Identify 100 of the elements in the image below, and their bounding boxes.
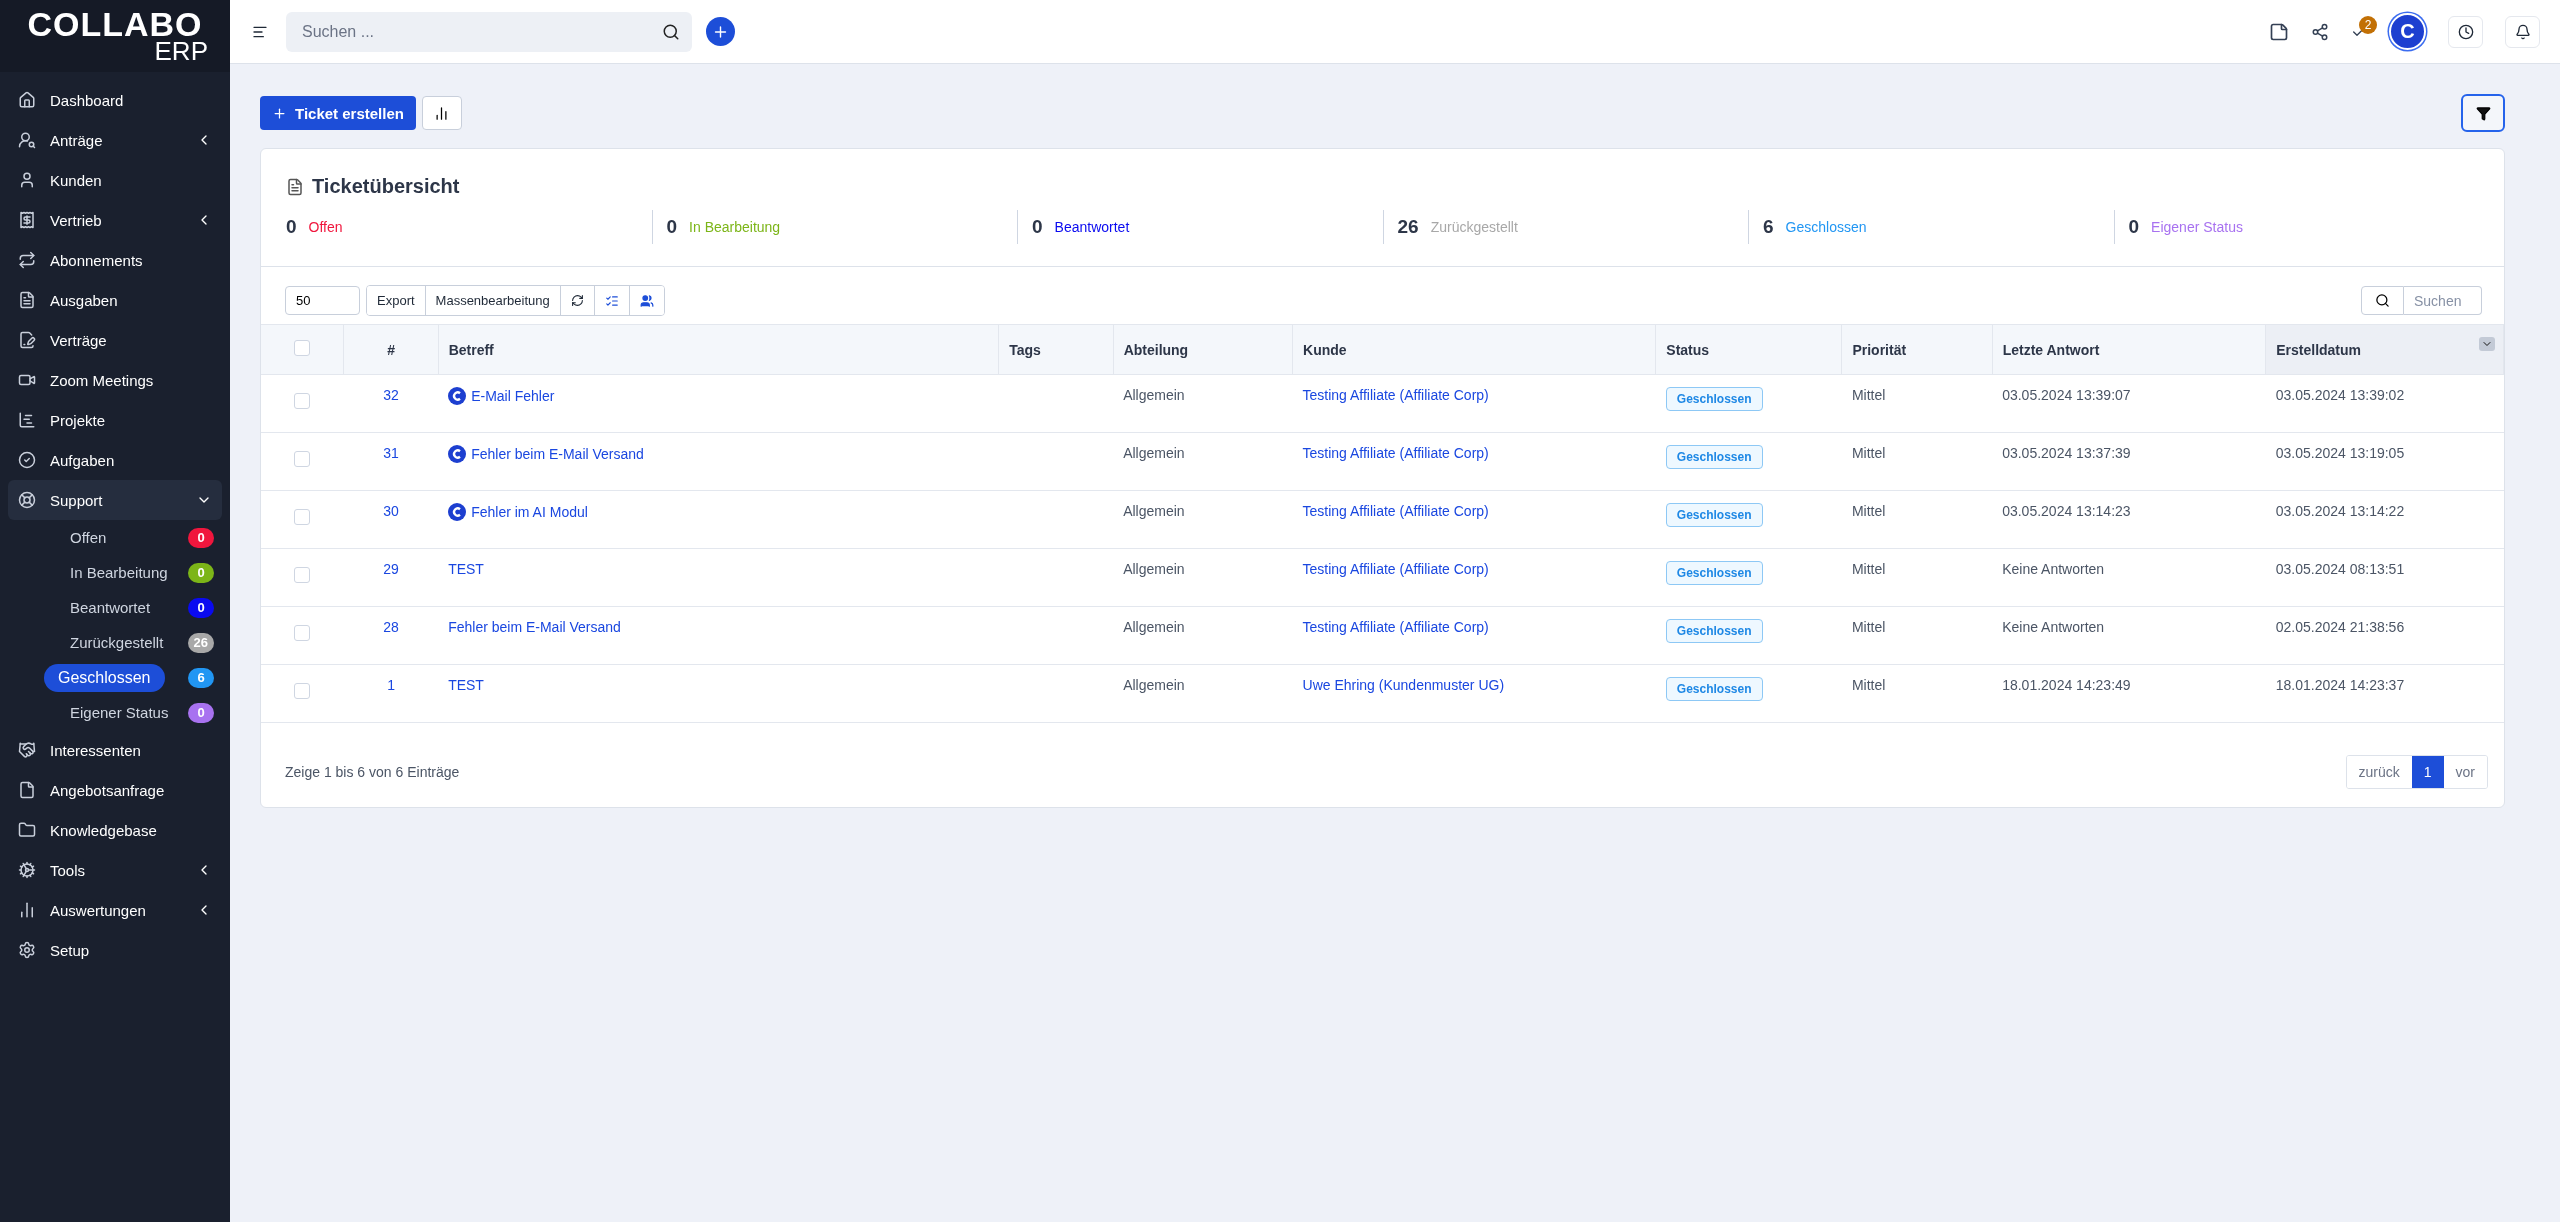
sidebar-subitem[interactable]: Zurückgestellt	[56, 629, 178, 656]
page-size-field[interactable]: 50	[285, 286, 360, 315]
filter-button[interactable]	[2461, 94, 2505, 132]
checkbox[interactable]	[294, 567, 311, 583]
ticket-number[interactable]: 30	[383, 503, 399, 519]
sidebar-subitem[interactable]: Beantwortet	[56, 594, 165, 621]
ticket-subject[interactable]: Fehler im AI Modul	[448, 503, 588, 521]
bell-button[interactable]	[2505, 15, 2540, 48]
count-badge: 0	[188, 562, 214, 583]
user-icon	[18, 171, 36, 189]
notes-icon[interactable]	[2269, 21, 2289, 42]
sidebar-subitem[interactable]: Eigener Status	[56, 699, 183, 726]
checkbox[interactable]	[294, 451, 311, 467]
status-badge: Geschlossen	[1665, 387, 1763, 411]
chart-button[interactable]	[421, 96, 462, 130]
sidebar-item[interactable]: Vertrieb	[8, 200, 222, 240]
checkbox[interactable]	[294, 509, 311, 525]
user-avatar[interactable]: C	[2389, 13, 2426, 50]
ticket-subject[interactable]: TEST	[448, 677, 484, 693]
column-header[interactable]: #	[387, 341, 395, 358]
column-header[interactable]: Erstelldatum	[2276, 341, 2362, 358]
sidebar-item[interactable]: Dashboard	[8, 80, 222, 120]
table-cell: Allgemein	[1123, 503, 1185, 519]
sidebar-item[interactable]: Zoom Meetings	[8, 360, 222, 400]
home-icon	[18, 91, 36, 109]
clock-button[interactable]	[2448, 15, 2483, 48]
ticket-number[interactable]: 31	[383, 445, 399, 461]
column-header[interactable]: Kunde	[1303, 341, 1347, 358]
sidebar-item[interactable]: Ausgaben	[8, 280, 222, 320]
sidebar-item[interactable]: Tools	[8, 850, 222, 890]
stat-count: 6	[1763, 216, 1774, 238]
checkbox[interactable]	[294, 340, 311, 356]
ticket-number[interactable]: 1	[387, 677, 395, 693]
ticket-subject[interactable]: Fehler beim E-Mail Versand	[448, 619, 621, 635]
count-badge: 0	[188, 527, 214, 548]
checkbox[interactable]	[294, 683, 311, 699]
add-button[interactable]	[706, 17, 735, 46]
search-button[interactable]	[2361, 286, 2404, 315]
sidebar-item[interactable]: Support	[8, 480, 222, 520]
sidebar-item[interactable]: Interessenten	[8, 730, 222, 770]
customer-link[interactable]: Testing Affiliate (Affiliate Corp)	[1302, 561, 1489, 577]
ticket-number[interactable]: 32	[383, 387, 399, 403]
stat-label: Geschlossen	[1785, 219, 1867, 235]
stat-label: Eigener Status	[2151, 219, 2243, 235]
gears-icon	[18, 861, 36, 879]
ticket-number[interactable]: 28	[383, 619, 399, 635]
document-icon	[286, 177, 304, 196]
customer-link[interactable]: Testing Affiliate (Affiliate Corp)	[1302, 387, 1489, 403]
card-title: Ticketübersicht	[312, 175, 460, 198]
contract-icon	[18, 331, 36, 349]
ticket-subject[interactable]: TEST	[448, 561, 484, 577]
status-badge: Geschlossen	[1665, 677, 1763, 701]
search-field[interactable]: Suchen ...	[286, 11, 692, 52]
sidebar-item[interactable]: Abonnements	[8, 240, 222, 280]
sidebar-item[interactable]: Anträge	[8, 120, 222, 160]
pagination-button[interactable]: 1	[2411, 756, 2444, 788]
dropdown-icon[interactable]	[2479, 337, 2495, 351]
table-cell: Allgemein	[1123, 619, 1185, 635]
table-cell: 03.05.2024 13:14:22	[2275, 503, 2405, 519]
sidebar-subitem[interactable]: In Bearbeitung	[56, 559, 182, 586]
sidebar-item[interactable]: Angebotsanfrage	[8, 770, 222, 810]
customer-link[interactable]: Testing Affiliate (Affiliate Corp)	[1302, 619, 1489, 635]
column-header[interactable]: Betreff	[448, 341, 494, 358]
ticket-subject[interactable]: Fehler beim E-Mail Versand	[448, 445, 644, 463]
column-header[interactable]: Letzte Antwort	[2002, 341, 2100, 358]
bell-icon	[2514, 23, 2531, 40]
bar-chart-icon	[18, 901, 36, 919]
column-header[interactable]: Abteilung	[1123, 341, 1189, 358]
create-ticket-button[interactable]: Ticket erstellen	[260, 96, 416, 130]
customer-link[interactable]: Testing Affiliate (Affiliate Corp)	[1302, 503, 1489, 519]
table-cell: 18.01.2024 14:23:37	[2275, 677, 2405, 693]
document-icon	[18, 291, 36, 309]
customer-link[interactable]: Uwe Ehring (Kundenmuster UG)	[1302, 677, 1505, 693]
customer-link[interactable]: Testing Affiliate (Affiliate Corp)	[1302, 445, 1489, 461]
logo[interactable]: COLLABO ERP	[0, 0, 230, 72]
column-header[interactable]: Status	[1666, 341, 1710, 358]
sidebar-item[interactable]: Verträge	[8, 320, 222, 360]
ticket-subject[interactable]: E-Mail Fehler	[448, 387, 555, 405]
settings-icon	[18, 941, 36, 959]
share-icon[interactable]	[2311, 22, 2329, 41]
sidebar-item[interactable]: Knowledgebase	[8, 810, 222, 850]
column-header[interactable]: Priorität	[1852, 341, 1907, 358]
sidebar-item[interactable]: Setup	[8, 930, 222, 970]
sidebar-item[interactable]: Kunden	[8, 160, 222, 200]
ticket-number[interactable]: 29	[383, 561, 399, 577]
table-cell: Mittel	[1851, 677, 1886, 693]
sidebar-subitem[interactable]: Geschlossen	[44, 663, 165, 692]
table-cell: 03.05.2024 13:14:23	[2002, 503, 2131, 519]
column-header[interactable]: Tags	[1009, 341, 1041, 358]
count-badge: 26	[187, 632, 214, 653]
table-search-field[interactable]: Suchen	[2404, 286, 2482, 315]
sidebar-item[interactable]: Auswertungen	[8, 890, 222, 930]
checkbox[interactable]	[294, 625, 311, 641]
sidebar-item[interactable]: Projekte	[8, 400, 222, 440]
sidebar-subitem[interactable]: Offen	[56, 524, 121, 551]
logo-text: COLLABO	[26, 9, 203, 39]
stat-label: Beantwortet	[1054, 219, 1130, 235]
sidebar-item[interactable]: Aufgaben	[8, 440, 222, 480]
checkbox[interactable]	[294, 393, 311, 409]
users-button[interactable]	[628, 286, 664, 315]
